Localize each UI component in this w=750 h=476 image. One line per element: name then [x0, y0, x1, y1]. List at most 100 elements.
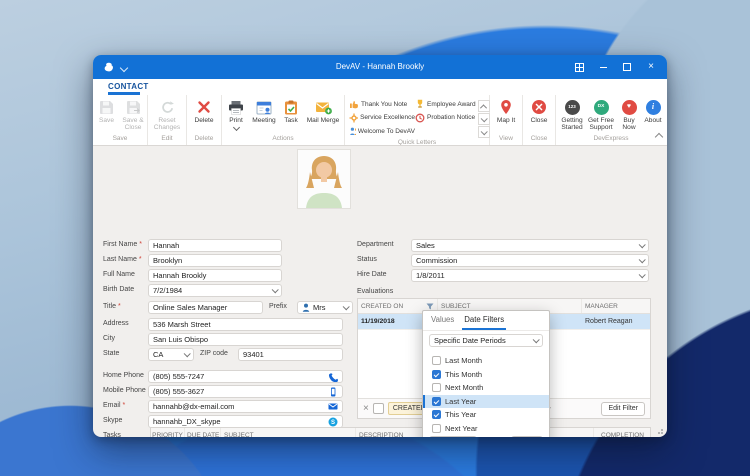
- tasks-label: Tasks: [103, 432, 121, 437]
- filter-option-next-month[interactable]: Next Month: [423, 381, 549, 395]
- column-manager[interactable]: MANAGER: [582, 299, 650, 313]
- delete-button[interactable]: Delete: [189, 98, 219, 134]
- print-button[interactable]: Print: [223, 98, 249, 134]
- skin-selector-button[interactable]: [567, 55, 591, 79]
- filter-enabled-checkbox[interactable]: [372, 403, 384, 414]
- close-button[interactable]: ×: [639, 55, 663, 79]
- tasks-grid: PRIORITY DUE DATE SUBJECT DESCRIPTION CO…: [150, 427, 651, 437]
- minimize-button[interactable]: [591, 55, 615, 79]
- full-name-field[interactable]: [148, 269, 282, 282]
- city-label: City: [103, 335, 116, 342]
- ribbon-group-actions: Print Meeting Task Mail Merge Actions: [222, 95, 345, 145]
- gear-icon: [349, 113, 359, 122]
- chevron-down-icon: [480, 114, 488, 122]
- department-field[interactable]: Sales: [411, 239, 649, 252]
- chevron-down-icon: [532, 336, 540, 344]
- group-caption-save: Save: [112, 135, 128, 142]
- minimize-icon: [599, 66, 607, 68]
- getting-started-icon: 123: [564, 98, 580, 116]
- remove-filter-icon[interactable]: ×: [363, 403, 369, 414]
- zip-label: ZIP code: [200, 350, 228, 357]
- task-button[interactable]: Task: [279, 98, 303, 134]
- filter-funnel-icon[interactable]: [426, 303, 434, 310]
- get-free-support-button[interactable]: DX Get Free Support: [586, 98, 616, 134]
- tab-contact[interactable]: CONTACT: [108, 82, 149, 91]
- quick-letter-employee-award[interactable]: Employee Award: [415, 99, 476, 109]
- award-icon: [417, 99, 423, 108]
- tasks-header: PRIORITY DUE DATE SUBJECT DESCRIPTION CO…: [151, 428, 650, 437]
- scroll-up-button[interactable]: [477, 100, 490, 112]
- checkbox-unchecked: [432, 356, 441, 366]
- save-button[interactable]: Save: [94, 98, 120, 134]
- filter-option-last-month[interactable]: Last Month: [423, 354, 549, 368]
- contact-photo[interactable]: [297, 149, 351, 209]
- group-caption-devexpress: DevExpress: [593, 135, 629, 142]
- last-name-field[interactable]: [148, 254, 282, 267]
- close-circle-icon: [531, 98, 547, 116]
- column-subject[interactable]: SUBJECT: [221, 428, 356, 437]
- chevron-up-icon: [480, 103, 488, 111]
- email-field[interactable]: [148, 400, 343, 413]
- status-field[interactable]: Commission: [411, 254, 649, 267]
- birth-date-field[interactable]: 7/2/1984: [148, 284, 282, 297]
- edit-filter-button[interactable]: Edit Filter: [601, 401, 645, 416]
- getting-started-button[interactable]: 123 Getting Started: [558, 98, 586, 134]
- skin-grid-icon: [574, 62, 584, 72]
- column-priority[interactable]: PRIORITY: [151, 428, 185, 437]
- map-it-button[interactable]: Map It: [492, 98, 520, 134]
- close-record-button[interactable]: Close: [525, 98, 553, 134]
- filter-option-this-year[interactable]: This Year: [423, 408, 549, 422]
- column-due-date[interactable]: DUE DATE: [185, 428, 221, 437]
- home-phone-field[interactable]: [148, 370, 343, 383]
- desktop-wallpaper: DevAV - Hannah Brookly × CONTACT Save Sa…: [0, 0, 750, 476]
- tab-date-filters[interactable]: Date Filters: [462, 315, 507, 330]
- chevron-down-icon: [183, 350, 191, 358]
- state-field[interactable]: CA: [148, 348, 194, 361]
- title-field[interactable]: [148, 301, 263, 314]
- column-completion[interactable]: COMPLETION: [594, 428, 650, 438]
- email-label: Email *: [103, 402, 126, 409]
- last-name-label: Last Name *: [103, 256, 142, 263]
- chevron-down-icon: [271, 286, 279, 294]
- mobile-phone-field[interactable]: [148, 385, 343, 398]
- title-label: Title *: [103, 303, 121, 310]
- zip-field[interactable]: [238, 348, 343, 361]
- window-controls: ×: [567, 55, 663, 79]
- reset-changes-button[interactable]: Reset Changes: [150, 98, 184, 134]
- tab-values[interactable]: Values: [431, 315, 454, 330]
- mail-merge-button[interactable]: Mail Merge: [303, 98, 343, 134]
- envelope-icon: [328, 402, 338, 411]
- save-and-close-button[interactable]: Save & Close: [120, 98, 147, 134]
- window-resize-grip[interactable]: [656, 427, 663, 434]
- address-field[interactable]: [148, 318, 343, 331]
- meeting-button[interactable]: Meeting: [249, 98, 279, 134]
- about-button[interactable]: i About: [642, 98, 664, 134]
- buy-now-button[interactable]: ♥ Buy Now: [616, 98, 642, 134]
- scroll-down-button[interactable]: [477, 113, 490, 125]
- task-icon: [284, 98, 298, 116]
- quick-letter-thank-you-note[interactable]: Thank You Note: [349, 99, 415, 109]
- maximize-button[interactable]: [615, 55, 639, 79]
- group-caption-view: View: [499, 135, 513, 142]
- filter-option-next-year[interactable]: Next Year: [423, 422, 549, 436]
- chevron-down-icon: [342, 303, 350, 311]
- quick-letter-probation-notice[interactable]: Probation Notice: [415, 113, 476, 123]
- prefix-label: Prefix: [269, 303, 287, 310]
- clear-filter-button[interactable]: Clear Filter: [429, 436, 478, 437]
- period-selector[interactable]: Specific Date Periods: [429, 334, 543, 347]
- quick-letter-welcome-to-devav[interactable]: Welcome To DevAV: [349, 126, 415, 136]
- city-field[interactable]: [148, 333, 343, 346]
- filter-option-this-month[interactable]: This Month: [423, 368, 549, 382]
- hire-date-field[interactable]: 1/8/2011: [411, 269, 649, 282]
- svg-text:S: S: [331, 420, 335, 426]
- close-popup-button[interactable]: Close: [511, 436, 543, 437]
- more-letters-button[interactable]: [477, 126, 490, 138]
- first-name-field[interactable]: [148, 239, 282, 252]
- ribbon-group-edit: Reset Changes Edit: [148, 95, 187, 145]
- print-dropdown-icon: [232, 124, 240, 132]
- quick-letter-service-excellence[interactable]: Service Excellence: [349, 113, 415, 123]
- prefix-field[interactable]: Mrs: [297, 301, 353, 314]
- support-icon: DX: [593, 98, 609, 116]
- ribbon-group-delete: Delete Delete: [187, 95, 222, 145]
- filter-option-last-year[interactable]: Last Year: [423, 394, 549, 408]
